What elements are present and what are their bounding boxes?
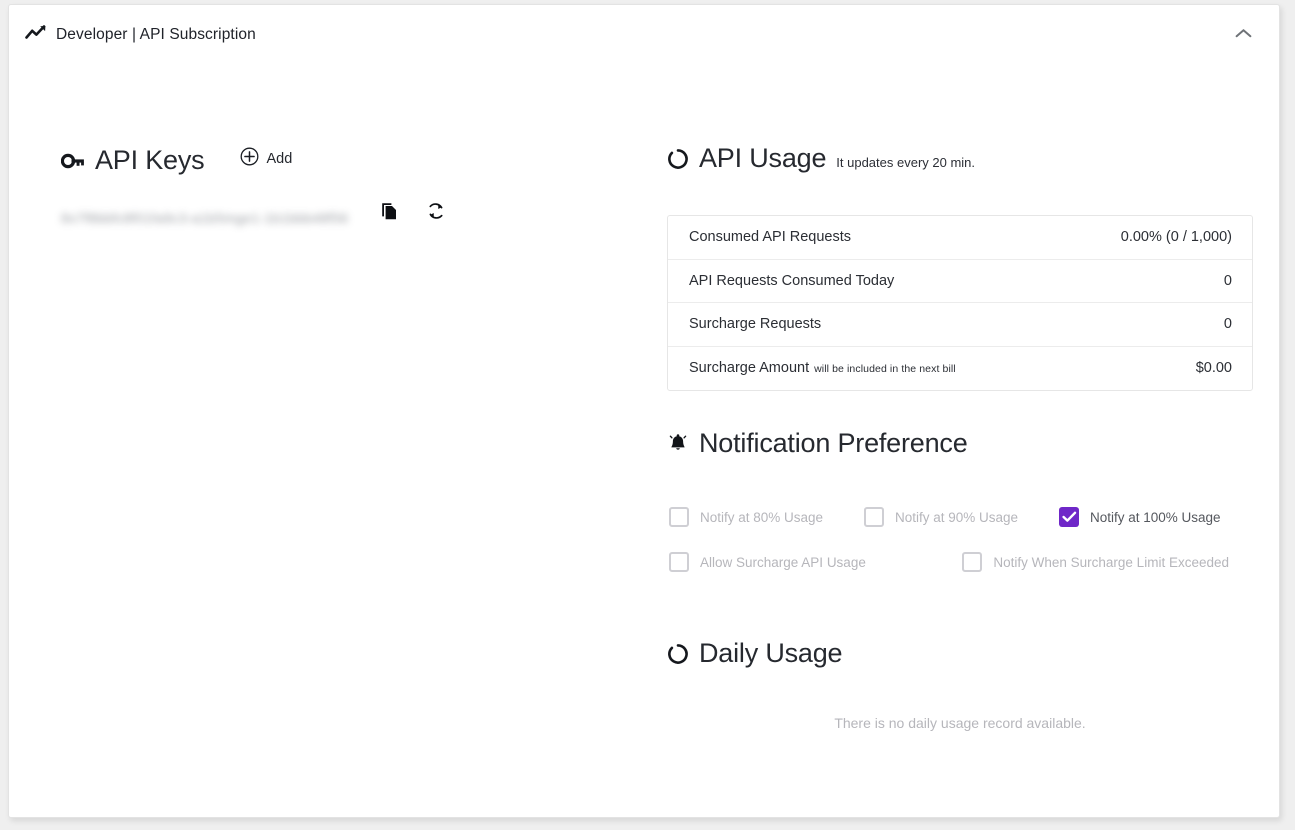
bell-icon (667, 433, 689, 455)
checkbox-allow-surcharge[interactable]: Allow Surcharge API Usage (669, 552, 962, 572)
row-value: 0.00% (0 / 1,000) (1121, 229, 1232, 245)
checkbox-label: Notify at 80% Usage (700, 510, 823, 525)
row-label: Surcharge Requests (689, 316, 821, 332)
api-usage-subtitle: It updates every 20 min. (836, 155, 975, 170)
table-row: Surcharge Amount will be included in the… (668, 347, 1252, 391)
table-row: Consumed API Requests 0.00% (0 / 1,000) (668, 216, 1252, 260)
row-value: 0 (1224, 273, 1232, 289)
regenerate-api-key-button[interactable] (424, 201, 448, 225)
checkbox-notify-90[interactable]: Notify at 90% Usage (864, 507, 1059, 527)
row-label: Surcharge Amount will be included in the… (689, 360, 956, 376)
key-icon (61, 151, 85, 171)
add-api-key-button[interactable]: Add (240, 147, 292, 171)
checkbox-label: Notify at 100% Usage (1090, 510, 1221, 525)
collapse-panel-button[interactable] (1229, 21, 1257, 49)
api-keys-heading: API Keys Add (61, 147, 292, 174)
checkbox-label: Notify When Surcharge Limit Exceeded (993, 555, 1229, 570)
checkbox-notify-100[interactable]: Notify at 100% Usage (1059, 507, 1221, 527)
trending-up-icon (25, 25, 47, 46)
checkbox-notify-surcharge-limit[interactable]: Notify When Surcharge Limit Exceeded (962, 552, 1229, 572)
header-left: Developer | API Subscription (25, 25, 256, 46)
daily-usage-empty-message: There is no daily usage record available… (667, 715, 1253, 731)
plus-circle-icon (240, 147, 259, 171)
table-row: Surcharge Requests 0 (668, 303, 1252, 347)
daily-usage-heading: Daily Usage (667, 640, 842, 667)
checkbox-box[interactable] (669, 507, 689, 527)
copy-icon (378, 200, 400, 227)
loading-circle-icon (667, 148, 689, 170)
notification-preference-heading: Notification Preference (667, 430, 968, 457)
card-header: Developer | API Subscription (9, 5, 1279, 65)
api-key-actions (377, 201, 448, 225)
checkbox-notify-80[interactable]: Notify at 80% Usage (669, 507, 864, 527)
table-row: API Requests Consumed Today 0 (668, 260, 1252, 304)
checkbox-box[interactable] (864, 507, 884, 527)
row-label: API Requests Consumed Today (689, 273, 894, 289)
api-usage-title: API Usage (699, 145, 826, 172)
card-body: API Keys Add 8x7f8bbfc8f01fa9c3-a1b5mge1… (9, 65, 1279, 817)
row-value: $0.00 (1196, 360, 1232, 376)
row-label-text: Consumed API Requests (689, 229, 851, 245)
check-icon (1062, 511, 1077, 523)
row-label-text: Surcharge Requests (689, 316, 821, 332)
row-label-note: will be included in the next bill (814, 363, 956, 375)
daily-usage-title: Daily Usage (699, 640, 842, 667)
copy-api-key-button[interactable] (377, 201, 401, 225)
loading-circle-icon (667, 643, 689, 665)
notification-options-row-1: Notify at 80% Usage Notify at 90% Usage … (669, 500, 1229, 534)
checkbox-label: Allow Surcharge API Usage (700, 555, 866, 570)
notification-options-row-2: Allow Surcharge API Usage Notify When Su… (669, 545, 1229, 579)
checkbox-box[interactable] (669, 552, 689, 572)
chevron-up-icon (1235, 26, 1252, 44)
checkbox-box[interactable] (1059, 507, 1079, 527)
notification-preference-title: Notification Preference (699, 430, 968, 457)
row-label-text: Surcharge Amount (689, 360, 809, 376)
refresh-icon (425, 200, 447, 227)
api-keys-title: API Keys (95, 147, 204, 174)
row-label: Consumed API Requests (689, 229, 851, 245)
page-title: Developer | API Subscription (56, 26, 256, 44)
checkbox-label: Notify at 90% Usage (895, 510, 1018, 525)
api-key-value: 8x7f8bbfc8f01fa9c3-a1b5mge1-1b1bbb48f56 (61, 210, 348, 226)
add-api-key-label: Add (266, 151, 292, 167)
api-usage-table: Consumed API Requests 0.00% (0 / 1,000) … (667, 215, 1253, 391)
api-usage-heading: API Usage It updates every 20 min. (667, 145, 975, 172)
api-key-row: 8x7f8bbfc8f01fa9c3-a1b5mge1-1b1bbb48f56 (61, 210, 481, 226)
api-subscription-card: Developer | API Subscription (8, 4, 1280, 818)
checkbox-box[interactable] (962, 552, 982, 572)
row-label-text: API Requests Consumed Today (689, 273, 894, 289)
notification-options: Notify at 80% Usage Notify at 90% Usage … (669, 500, 1229, 579)
row-value: 0 (1224, 316, 1232, 332)
